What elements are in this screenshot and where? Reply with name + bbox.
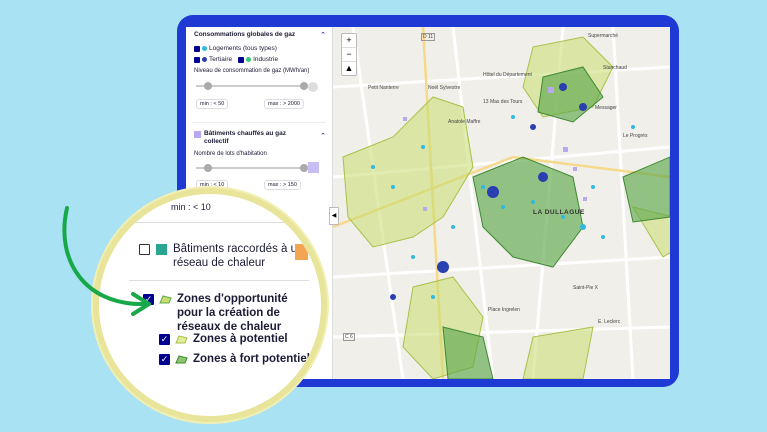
- industrie-label: Industrie: [253, 56, 279, 63]
- logements-label: Logements (tous types): [209, 45, 277, 52]
- gas-max-box: max : > 2000: [264, 99, 304, 109]
- logements-dot-icon: [202, 46, 207, 51]
- raccordes-label: Bâtiments raccordés à un réseau de chale…: [173, 243, 304, 269]
- map-label-hotel: Hôtel du Département: [483, 72, 532, 78]
- zoom-controls: + − ▲: [341, 33, 357, 76]
- zones-opportunite-label: Zones d'opportunité pour la création de …: [177, 293, 288, 333]
- size-legend-circle: [308, 82, 318, 92]
- lots-size-legend: [308, 162, 319, 173]
- map-canvas: [332, 27, 670, 379]
- gas-section-title: Consommations globales de gaz: [194, 31, 296, 38]
- chevron-up-icon-2[interactable]: ⌃: [320, 132, 326, 140]
- lots-label: Nombre de lots d'habitation: [194, 151, 267, 157]
- map-label-mas: 13 Mas des Tours: [483, 99, 523, 105]
- gas-slider-max-handle[interactable]: [300, 82, 308, 90]
- gas-min-box: min : < 50: [196, 99, 229, 109]
- zone-potentiel-icon: [175, 335, 188, 344]
- map-label-petit-nanterre: Petit Nanterre: [368, 85, 399, 91]
- legend-row-tertiaire: Tertiaire Industrie: [194, 56, 278, 63]
- zone-fort-potentiel-icon: [175, 355, 188, 364]
- map-label-progres: Le Progrès: [623, 133, 648, 139]
- map-label-noel: Noël Sylvestre: [428, 85, 461, 91]
- lots-slider-min-handle[interactable]: [204, 164, 212, 172]
- map-view[interactable]: + − ▲ Hôtel du Département Petit Nanterr…: [329, 27, 670, 379]
- gas-slider-min-handle[interactable]: [204, 82, 212, 90]
- map-label-leclerc: E. Leclerc: [598, 319, 621, 325]
- map-label-dullague: LA DULLAGUE: [533, 209, 585, 216]
- checkbox-industrie[interactable]: [238, 56, 245, 63]
- collectif-title: Bâtiments chauffés au gaz collectif: [204, 130, 286, 145]
- lots-slider-max-handle[interactable]: [300, 164, 308, 172]
- tertiaire-dot-icon: [202, 57, 207, 62]
- zones-fort-potentiel-label: Zones à fort potentiel: [193, 353, 310, 365]
- magnifier-min-fragment: min : < 10: [171, 202, 211, 212]
- zoom-out-button[interactable]: −: [342, 48, 356, 62]
- map-label-place: Place Ingrelen: [488, 307, 520, 313]
- gas-range-slider[interactable]: [196, 82, 308, 90]
- map-road-c6: C 6: [343, 333, 355, 341]
- checkbox-zones-potentiel[interactable]: ✓: [159, 334, 170, 345]
- lots-max-box: max : > 150: [264, 180, 301, 190]
- industrie-dot-icon: [246, 57, 252, 62]
- map-label-anatole: Anatole Maffre: [448, 119, 481, 125]
- gas-slider-label: Niveau de consommation de gaz (MWh/an): [194, 68, 310, 74]
- checkbox-logements[interactable]: [194, 45, 200, 52]
- map-label-messager: Messager: [595, 105, 617, 111]
- zoom-in-button[interactable]: +: [342, 34, 356, 48]
- divider: [192, 122, 326, 123]
- map-label-saint-pie: Saint-Pie X: [573, 285, 599, 291]
- tertiaire-label: Tertiaire: [209, 56, 233, 63]
- curved-arrow-icon: [62, 206, 151, 316]
- map-label-supermarche: Supermarché: [588, 33, 619, 39]
- lots-range-slider[interactable]: [196, 164, 308, 172]
- legend-row-logements: Logements (tous types): [194, 45, 277, 52]
- chevron-up-icon[interactable]: ⌃: [320, 31, 326, 39]
- map-label-stanchaud: Stanchaud: [603, 65, 627, 71]
- checkbox-tertiaire[interactable]: [194, 56, 200, 63]
- collapse-panel-button[interactable]: ◀: [329, 207, 339, 225]
- raccordes-color-swatch: [295, 244, 308, 260]
- zones-potentiel-label: Zones à potentiel: [193, 333, 288, 345]
- collectif-square-icon: [194, 131, 201, 138]
- map-road-d11: D 11: [421, 33, 436, 41]
- checkbox-zones-fort-potentiel[interactable]: ✓: [159, 354, 170, 365]
- compass-button[interactable]: ▲: [342, 62, 356, 75]
